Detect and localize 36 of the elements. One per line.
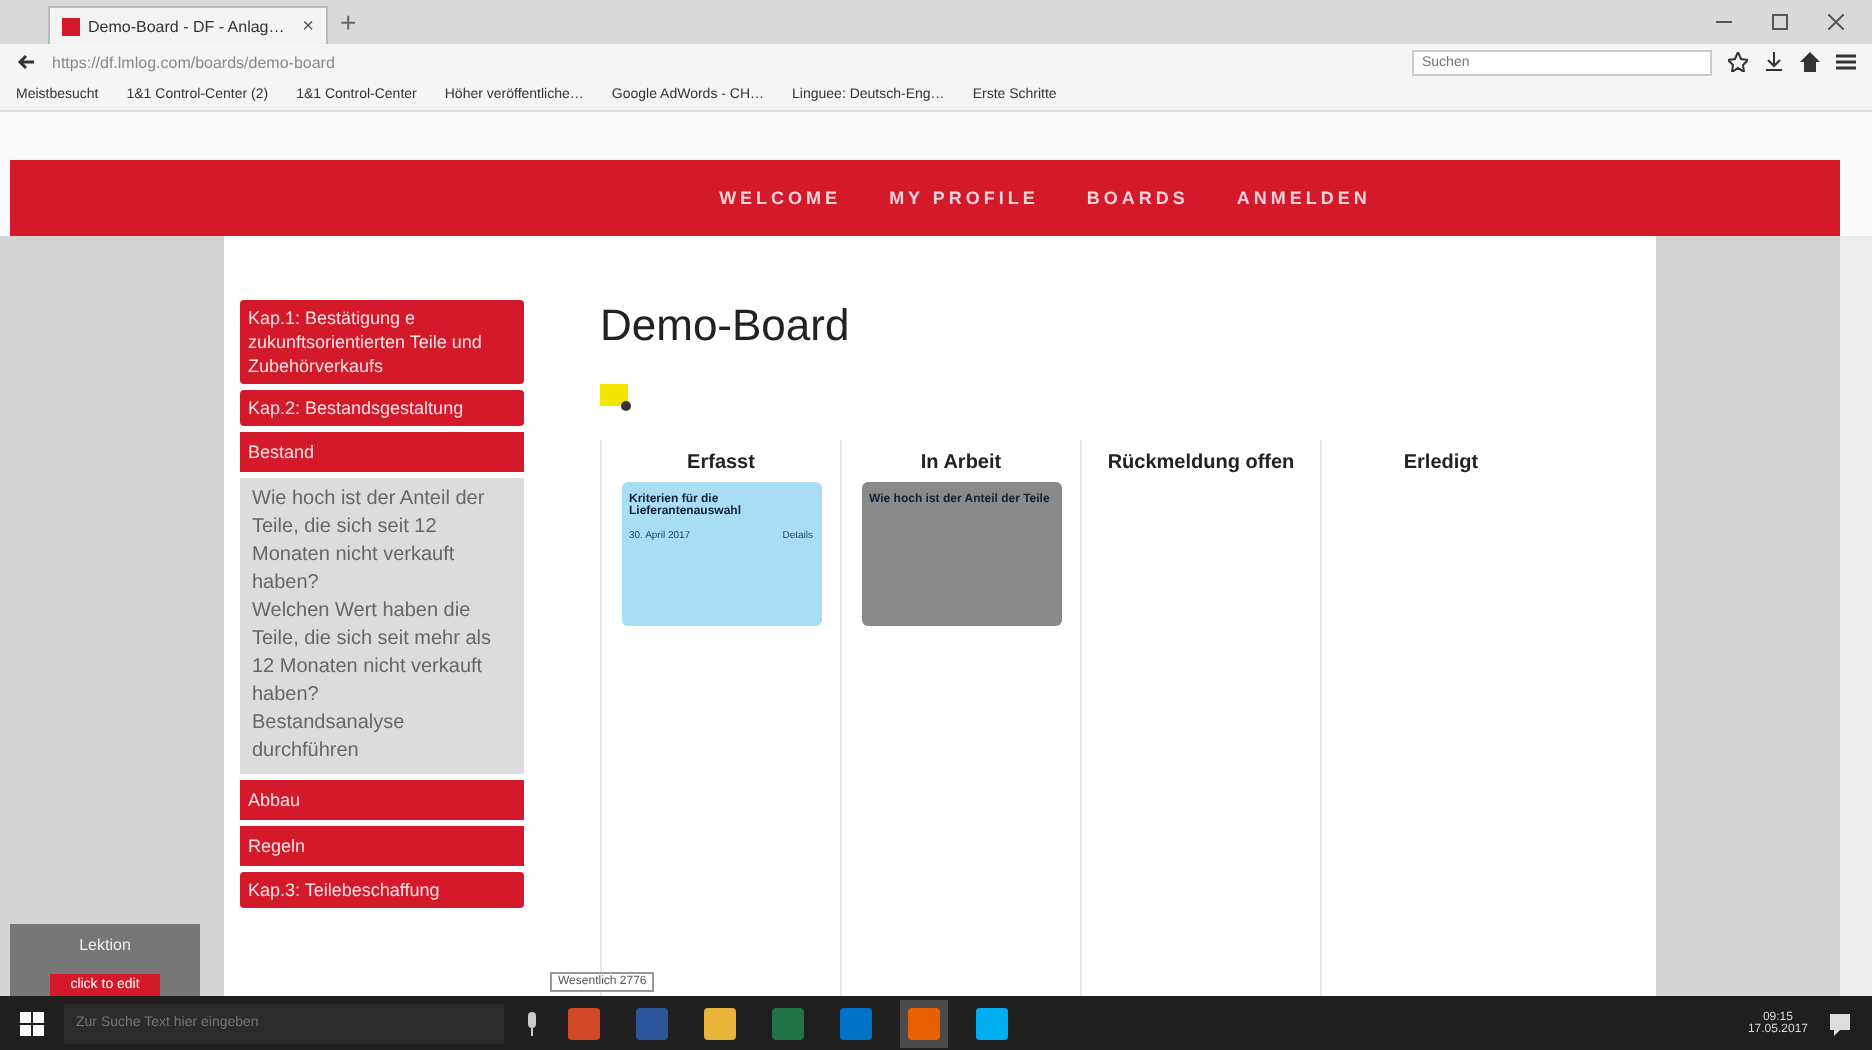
question-link[interactable]: Bestandsanalyse durchführen xyxy=(252,710,512,766)
maximize-icon[interactable] xyxy=(1772,14,1788,30)
sticky-note-icon[interactable] xyxy=(600,384,632,412)
question-link[interactable]: Welchen Wert haben die Teile, die sich seit mehr als 12 Monaten nicht verkauft haben? xyxy=(252,598,512,710)
column-title: Rückmeldung offen xyxy=(1107,452,1295,474)
browser-tab[interactable]: Demo-Board - DF - Anlag… × xyxy=(48,6,328,44)
column-title: Erfasst xyxy=(687,452,755,474)
address-field[interactable]: https://df.lmlog.com/boards/demo-board xyxy=(52,48,1396,76)
close-icon[interactable] xyxy=(1828,14,1844,30)
topic-link[interactable]: Bestand xyxy=(240,432,524,472)
download-icon[interactable] xyxy=(1764,52,1784,72)
star-icon[interactable] xyxy=(1728,52,1748,72)
windows-start-icon[interactable] xyxy=(20,1011,44,1035)
column-title: Erledigt xyxy=(1403,452,1479,474)
notification-icon[interactable] xyxy=(1828,1011,1852,1035)
tab-close-button[interactable]: × xyxy=(302,15,314,37)
chapter-link[interactable]: Kap.3: Teilebeschaffung xyxy=(240,872,524,908)
nav-link[interactable]: WELCOME xyxy=(719,188,842,208)
taskbar-app-button[interactable] xyxy=(900,999,948,1047)
question-link[interactable]: Wie hoch ist der Anteil der Teile, die sich seit 12 Monaten nicht verkauft haben? xyxy=(252,486,512,598)
nav-link[interactable]: MY PROFILE xyxy=(889,188,1039,208)
board-title: Demo-Board xyxy=(600,300,852,352)
lesson-label: Lektion xyxy=(79,936,131,954)
back-icon[interactable] xyxy=(16,52,36,72)
topic-link[interactable]: Regeln xyxy=(240,826,524,866)
menu-icon[interactable] xyxy=(1836,52,1856,72)
nav-link[interactable]: ANMELDEN xyxy=(1236,188,1371,208)
topic-link[interactable]: Abbau xyxy=(240,780,524,820)
new-tab-button[interactable]: + xyxy=(340,6,357,38)
microphone-icon[interactable] xyxy=(524,1011,540,1035)
chapter-link[interactable]: Kap.2: Bestandsgestaltung xyxy=(240,390,524,426)
nav-link[interactable]: BOARDS xyxy=(1086,188,1189,208)
tab-title: Demo-Board - DF - Anlag… xyxy=(88,17,287,35)
column-title: In Arbeit xyxy=(920,452,1002,474)
home-icon[interactable] xyxy=(1800,52,1820,72)
chapter-link[interactable]: Kap.1: Bestätigung e zukunftsorientierten Teile und Zubehörverkaufs xyxy=(240,300,524,384)
